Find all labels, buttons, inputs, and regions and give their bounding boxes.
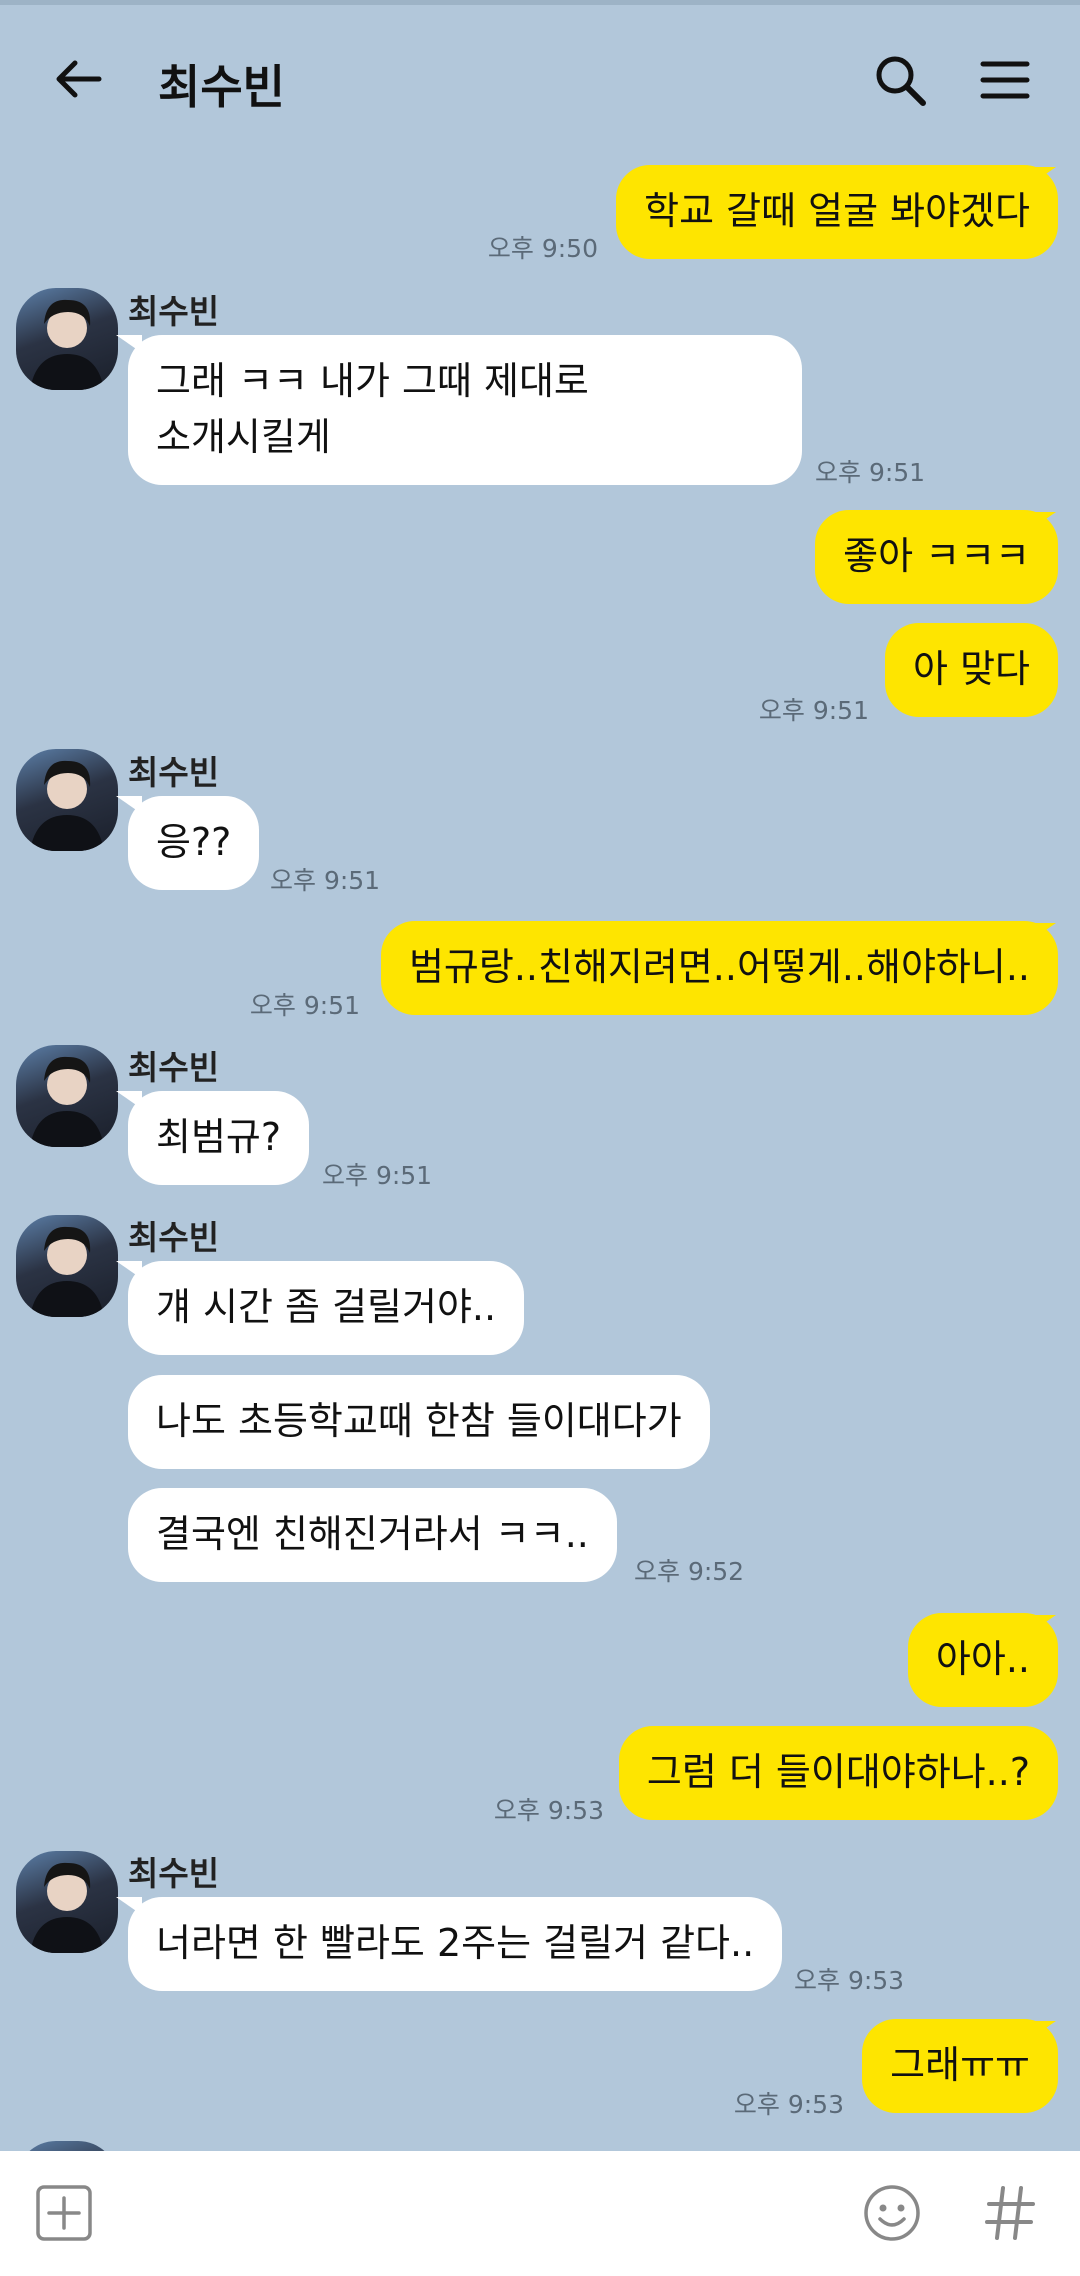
message-text: 최범규? <box>156 1115 282 1159</box>
sender-name: 최수빈 <box>128 1218 220 1257</box>
other-message-bubble[interactable]: 너라면 한 빨라도 2주는 걸릴거 같다.. <box>128 1897 783 1991</box>
message-time: 오후 9:52 <box>634 1557 745 1586</box>
message-text: 아 맞다 <box>913 647 1030 691</box>
message-input-bar[interactable] <box>0 2151 1080 2276</box>
avatar[interactable] <box>16 1215 118 1317</box>
message-text: 학교 갈때 얼굴 봐야겠다 <box>644 189 1030 233</box>
sender-name: 최수빈 <box>128 753 220 792</box>
sender-name: 최수빈 <box>128 1048 220 1087</box>
other-message-bubble[interactable]: 응?? <box>128 796 260 890</box>
message-time: 오후 9:51 <box>270 866 381 895</box>
message-list[interactable]: 학교 갈때 얼굴 봐야겠다 오후 9:50 최수빈 그래 ㅋㅋ 내가 그때 제대… <box>0 155 1080 2151</box>
plus-box-icon[interactable] <box>30 2179 98 2247</box>
search-icon[interactable] <box>867 47 933 113</box>
my-message-bubble[interactable]: 범규랑..친해지려면..어떻게..해야하니.. <box>380 921 1058 1015</box>
chat-header: 최수빈 <box>0 5 1080 155</box>
chat-title: 최수빈 <box>158 60 285 114</box>
my-message-bubble[interactable]: 아아.. <box>907 1613 1058 1707</box>
message-text: 그럼 더 들이대야하나..? <box>646 1750 1030 1794</box>
message-text: 좋아 ㅋㅋㅋ <box>843 534 1030 578</box>
avatar[interactable] <box>16 1851 118 1953</box>
avatar[interactable] <box>16 2141 118 2151</box>
sender-name: 최수빈 <box>128 1854 220 1893</box>
message-time: 오후 9:51 <box>815 458 926 487</box>
hashtag-icon[interactable] <box>976 2179 1044 2247</box>
my-message-bubble[interactable]: 좋아 ㅋㅋㅋ <box>815 510 1058 604</box>
message-text: 너라면 한 빨라도 2주는 걸릴거 같다.. <box>156 1921 755 1965</box>
message-text: 응?? <box>156 820 232 864</box>
message-time: 오후 9:53 <box>794 1966 905 1995</box>
message-text: 걔 시간 좀 걸릴거야.. <box>156 1285 497 1329</box>
avatar[interactable] <box>16 1045 118 1147</box>
other-message-bubble[interactable]: 나도 초등학교때 한참 들이대다가 <box>128 1375 710 1469</box>
message-text: 나도 초등학교때 한참 들이대다가 <box>156 1399 682 1443</box>
message-time: 오후 9:51 <box>249 991 360 1020</box>
message-time: 오후 9:51 <box>758 696 869 725</box>
message-text: 아아.. <box>935 1637 1030 1681</box>
my-message-bubble[interactable]: 그래ㅠㅠ <box>862 2019 1058 2113</box>
other-message-bubble[interactable]: 걔 시간 좀 걸릴거야.. <box>128 1261 525 1355</box>
sender-name: 최수빈 <box>128 292 220 331</box>
message-time: 오후 9:53 <box>733 2090 844 2119</box>
message-time: 오후 9:53 <box>493 1796 604 1825</box>
message-text: 결국엔 친해진거라서 ㅋㅋ.. <box>156 1512 589 1556</box>
avatar[interactable] <box>16 288 118 390</box>
arrow-left-icon[interactable] <box>44 45 112 113</box>
smiley-icon[interactable] <box>858 2179 926 2247</box>
other-message-bubble[interactable]: 그래 ㅋㅋ 내가 그때 제대로 소개시킬게 <box>128 335 802 485</box>
other-message-bubble[interactable]: 최범규? <box>128 1091 310 1185</box>
my-message-bubble[interactable]: 아 맞다 <box>885 623 1058 717</box>
hamburger-menu-icon[interactable] <box>972 47 1038 113</box>
message-time: 오후 9:50 <box>487 234 598 263</box>
message-text: 그래ㅠㅠ <box>890 2043 1030 2087</box>
my-message-bubble[interactable]: 학교 갈때 얼굴 봐야겠다 <box>616 165 1058 259</box>
avatar[interactable] <box>16 749 118 851</box>
message-text-line: 소개시킬게 <box>156 415 331 459</box>
my-message-bubble[interactable]: 그럼 더 들이대야하나..? <box>618 1726 1058 1820</box>
message-text: 범규랑..친해지려면..어떻게..해야하니.. <box>408 945 1030 989</box>
message-time: 오후 9:51 <box>322 1161 433 1190</box>
message-text-line: 그래 ㅋㅋ 내가 그때 제대로 <box>156 359 589 403</box>
other-message-bubble[interactable]: 결국엔 친해진거라서 ㅋㅋ.. <box>128 1488 617 1582</box>
